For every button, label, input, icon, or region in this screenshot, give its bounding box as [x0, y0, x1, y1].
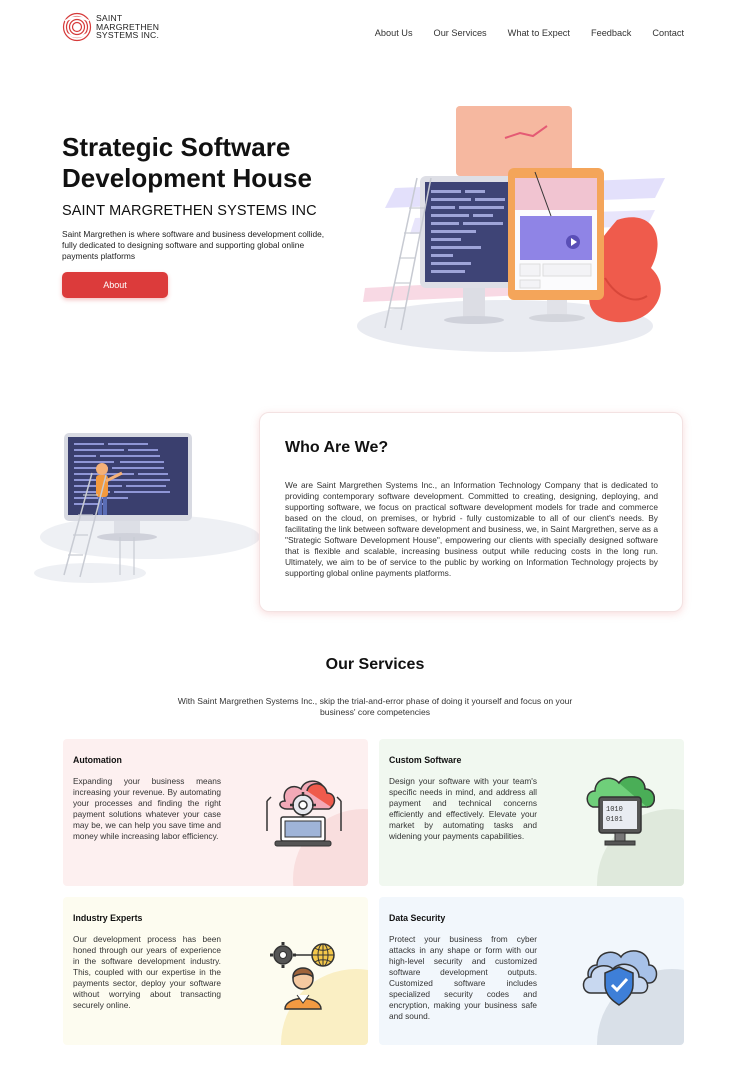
services-subtitle: With Saint Margrethen Systems Inc., skip…	[177, 696, 573, 717]
services-title: Our Services	[325, 656, 425, 673]
service-description: Expanding your business means increasing…	[73, 776, 221, 841]
hero-description: Saint Margrethen is where software and b…	[62, 229, 325, 261]
service-card-data-security[interactable]: Data Security Protect your business from…	[379, 897, 684, 1045]
who-title: Who Are We?	[285, 439, 389, 456]
brand-wordmark: SAINT MARGRETHEN SYSTEMS INC.	[96, 14, 160, 41]
service-title: Automation	[73, 755, 122, 765]
brand-logo[interactable]: SAINT MARGRETHEN SYSTEMS INC.	[62, 12, 159, 42]
service-title: Industry Experts	[73, 913, 143, 923]
service-card-automation[interactable]: Automation Expanding your business means…	[63, 739, 368, 886]
logo-rings-icon	[62, 12, 92, 42]
service-description: Design your software with your team's sp…	[389, 776, 537, 841]
service-card-custom-software[interactable]: Custom Software Design your software wit…	[379, 739, 684, 886]
nav-feedback[interactable]: Feedback	[591, 28, 631, 38]
cloud-binary-monitor-icon: 1010 0101	[586, 776, 655, 846]
service-title: Data Security	[389, 913, 446, 923]
developer-gear-globe-icon	[270, 942, 335, 1010]
who-are-we-card: Who Are We? We are Saint Margrethen Syst…	[259, 412, 683, 612]
svg-text:0101: 0101	[606, 816, 623, 824]
nav-what-to-expect[interactable]: What to Expect	[508, 28, 570, 38]
hero-subtitle: SAINT MARGRETHEN SYSTEMS INC	[62, 203, 317, 219]
hero-illustration	[357, 106, 665, 352]
service-description: Our development process has been honed t…	[73, 934, 221, 1010]
who-description: We are Saint Margrethen Systems Inc., an…	[285, 480, 658, 578]
nav-contact[interactable]: Contact	[652, 28, 684, 38]
cloud-shield-icon	[582, 950, 658, 1006]
nav-links: About Us Our Services What to Expect Fee…	[375, 28, 684, 38]
svg-text:1010: 1010	[606, 806, 623, 814]
brand-line-3: SYSTEMS INC.	[96, 30, 160, 41]
nav-our-services[interactable]: Our Services	[434, 28, 487, 38]
cloud-gear-laptop-icon	[266, 780, 342, 847]
hero-title: Strategic Software Development House	[62, 132, 312, 193]
nav-about-us[interactable]: About Us	[375, 28, 413, 38]
top-navigation: SAINT MARGRETHEN SYSTEMS INC. About Us O…	[0, 0, 750, 66]
about-button[interactable]: About	[62, 272, 168, 298]
service-description: Protect your business from cyber attacks…	[389, 934, 537, 1021]
who-illustration	[34, 433, 260, 583]
service-title: Custom Software	[389, 755, 462, 765]
service-card-industry-experts[interactable]: Industry Experts Our development process…	[63, 897, 368, 1045]
